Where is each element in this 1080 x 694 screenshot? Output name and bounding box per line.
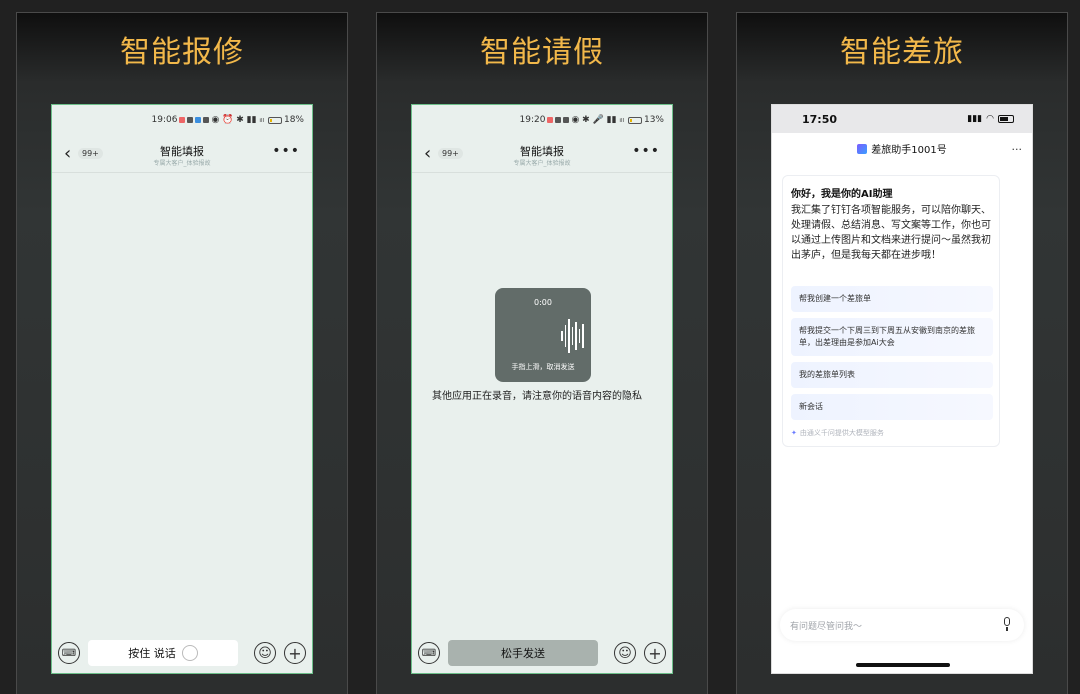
status-bar: 19:20 ◉ ✱ 🎤 ▮▮ ᵢₗₗ 13% [520,115,665,125]
intro-text: 我汇集了钉钉各项智能服务，可以陪你聊天、处理请假、总结消息、写文案等工作，你也可… [791,205,991,261]
status-time: 19:06 [151,115,178,125]
status-bar: 19:06 ◉ ⏰ ✱ ▮▮ ᵢₗₗ 18% [152,115,305,125]
waveform-icon [561,316,584,356]
battery-icon [267,116,282,124]
signal-icons: ◉ ⏰ ✱ ▮▮ ᵢₗₗ [211,115,264,125]
emoji-icon[interactable]: ☺ [254,642,276,664]
chat-nav-bar: ‹ 99+ 智能填报 专属大客户_体验报故 ••• [412,141,672,173]
suggestion-chip[interactable]: 新会话 [791,394,993,420]
suggestion-chip[interactable]: 帮我创建一个差旅单 [791,286,993,312]
more-icon[interactable]: ··· [1012,143,1023,156]
input-bar: ⌨ 按住 说话 ☺ + [52,637,312,673]
panel-smart-travel: 智能差旅 17:50 ▮▮▮ ◠ 差旅助手1001号 ··· 你好，我是你的AI… [736,12,1068,694]
recording-overlay: 0:00 手指上滑，取消发送 [495,288,591,382]
talk-label: 松手发送 [501,647,545,660]
greeting: 你好，我是你的AI助理 [791,189,893,200]
panel-title: 智能请假 [480,35,604,70]
talk-label: 按住 说话 [128,647,176,660]
battery-text: 13% [643,115,664,125]
battery-icon [627,116,642,124]
phone-screen: 19:20 ◉ ✱ 🎤 ▮▮ ᵢₗₗ 13% ‹ 99+ 智能填报 专属大客户_… [411,104,673,674]
microphone-icon[interactable] [1002,617,1012,631]
signal-icons: ◉ ✱ 🎤 ▮▮ ᵢₗₗ [571,115,624,125]
signal-icon: ▮▮▮ [967,114,983,124]
plus-icon[interactable]: + [284,642,306,664]
input-bar: ⌨ 松手发送 ☺ + [412,637,672,673]
notification-icons [179,117,210,123]
more-icon[interactable]: ••• [632,143,660,159]
chat-nav-bar: ‹ 99+ 智能填报 专属大客户_体验报故 ••• [52,141,312,173]
more-icon[interactable]: ••• [272,143,300,159]
suggestion-chip[interactable]: 帮我提交一个下周三到下周五从安徽到南京的差旅单，出差理由是参加Ai大会 [791,318,993,356]
model-credit: ✦ 由通义千问提供大模型服务 [791,429,884,437]
assistant-title: 差旅助手1001号 [871,145,947,156]
plus-icon[interactable]: + [644,642,666,664]
input-placeholder: 有问题尽管问我～ [790,622,863,632]
chat-subtitle: 专属大客户_体验报故 [513,160,571,167]
assistant-message-card: 你好，我是你的AI助理 我汇集了钉钉各项智能服务，可以陪你聊天、处理请假、总结消… [782,175,1000,447]
home-indicator [856,663,950,667]
panel-title: 智能差旅 [840,35,964,70]
phone-screen: 19:06 ◉ ⏰ ✱ ▮▮ ᵢₗₗ 18% ‹ 99+ 智能填报 专属大客户_… [51,104,313,674]
privacy-notice: 其他应用正在录音，请注意你的语音内容的隐私 [432,391,642,402]
release-to-send-button[interactable]: 松手发送 [448,640,598,666]
panel-smart-leave: 智能请假 19:20 ◉ ✱ 🎤 ▮▮ ᵢₗₗ 13% ‹ 99+ 智能填报 专… [376,12,708,694]
status-icons: ▮▮▮ ◠ [967,114,1014,124]
suggestion-chip[interactable]: 我的差旅单列表 [791,362,993,388]
chat-subtitle: 专属大客户_体验报故 [153,160,211,167]
keyboard-icon[interactable]: ⌨ [58,642,80,664]
recording-hint: 手指上滑，取消发送 [511,363,575,371]
emoji-icon[interactable]: ☺ [614,642,636,664]
hold-to-talk-button[interactable]: 按住 说话 [88,640,238,666]
status-time: 19:20 [519,115,546,125]
assistant-logo-icon [857,144,868,154]
panel-smart-repair: 智能报修 19:06 ◉ ⏰ ✱ ▮▮ ᵢₗₗ 18% ‹ 99+ 智能填报 专… [16,12,348,694]
recording-time: 0:00 [534,298,552,307]
assistant-header: 差旅助手1001号 [772,141,1032,156]
talk-circle-icon [181,645,198,661]
panel-title: 智能报修 [120,35,244,70]
wifi-icon: ◠ [986,114,994,124]
question-input[interactable]: 有问题尽管问我～ [780,609,1024,641]
status-bar: 17:50 ▮▮▮ ◠ [772,105,1032,133]
sparkle-icon: ✦ [791,429,797,437]
status-time: 17:50 [802,113,838,126]
notification-icons [547,117,570,123]
phone-screen: 17:50 ▮▮▮ ◠ 差旅助手1001号 ··· 你好，我是你的AI助理 我汇… [771,104,1033,674]
keyboard-icon[interactable]: ⌨ [418,642,440,664]
battery-text: 18% [283,115,304,125]
battery-icon [998,115,1014,123]
